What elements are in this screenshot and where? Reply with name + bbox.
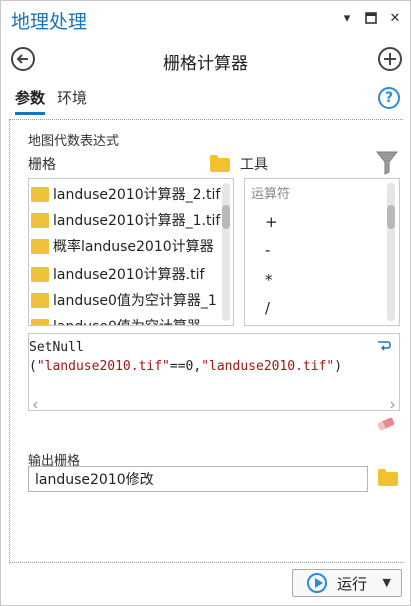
run-button[interactable]: 运行 ▼ <box>292 569 402 597</box>
list-item[interactable]: landuse0值为空计算器 <box>29 313 201 325</box>
folder-icon <box>31 186 49 202</box>
run-button-label: 运行 <box>337 574 368 593</box>
chevron-down-icon[interactable]: ▾ <box>340 12 354 26</box>
folder-icon <box>31 292 49 308</box>
rasters-label: 栅格 <box>28 157 56 173</box>
geoprocessing-pane: 地理处理 ▾ ✕ 栅格计算器 参数 环境 ? 地图代数表达式 栅格 工具 lan… <box>0 0 411 606</box>
tool-header: 栅格计算器 <box>1 41 410 77</box>
folder-icon <box>31 212 49 228</box>
play-icon <box>307 573 327 593</box>
eraser-icon[interactable] <box>376 416 396 432</box>
folder-icon <box>31 238 49 254</box>
scroll-thumb[interactable] <box>387 205 395 229</box>
list-item[interactable]: landuse2010计算器.tif <box>29 261 204 287</box>
title-bar: 地理处理 ▾ ✕ <box>1 1 410 39</box>
list-item[interactable]: / <box>265 299 270 317</box>
word-wrap-icon[interactable] <box>377 340 391 352</box>
add-button[interactable] <box>378 47 402 71</box>
tool-title: 栅格计算器 <box>163 54 248 74</box>
chevron-down-icon[interactable]: ▼ <box>383 576 391 589</box>
tab-bar: 参数 环境 <box>15 87 87 115</box>
list-item[interactable]: + <box>265 213 278 231</box>
operators-header: 运算符 <box>251 187 291 202</box>
folder-icon <box>31 318 49 325</box>
list-item[interactable]: 概率landuse2010计算器 <box>29 233 214 259</box>
tab-environments[interactable]: 环境 <box>57 87 87 115</box>
tab-parameters[interactable]: 参数 <box>15 87 46 115</box>
raster-list[interactable]: landuse2010计算器_2.tif landuse2010计算器_1.ti… <box>28 178 234 326</box>
list-item[interactable]: landuse0值为空计算器_1 <box>29 287 217 313</box>
list-item[interactable]: * <box>265 271 273 289</box>
close-icon[interactable]: ✕ <box>388 12 402 26</box>
output-raster-input[interactable] <box>28 466 368 492</box>
help-icon[interactable]: ? <box>378 87 400 109</box>
folder-icon[interactable] <box>210 155 230 172</box>
expression-text[interactable]: SetNull ("landuse2010.tif"==0,"landuse20… <box>29 338 342 376</box>
scroll-thumb[interactable] <box>222 205 230 229</box>
parameters-panel: 地图代数表达式 栅格 工具 landuse2010计算器_2.tif landu… <box>9 119 403 563</box>
raster-list-scrollbar[interactable] <box>222 183 230 321</box>
tools-label: 工具 <box>240 157 268 173</box>
expression-editor[interactable]: SetNull ("landuse2010.tif"==0,"landuse20… <box>28 333 400 411</box>
expression-hscrollbar[interactable] <box>31 396 397 409</box>
folder-icon <box>31 266 49 282</box>
plus-icon <box>384 53 396 65</box>
window-controls: ▾ ✕ <box>340 12 402 26</box>
list-item[interactable]: - <box>265 241 270 259</box>
folder-icon[interactable] <box>378 469 398 486</box>
map-algebra-label: 地图代数表达式 <box>28 134 120 149</box>
operator-list[interactable]: 运算符 + - * / <box>244 178 400 326</box>
operator-list-scrollbar[interactable] <box>387 183 395 321</box>
pane-title: 地理处理 <box>11 11 88 33</box>
filter-icon[interactable] <box>376 150 398 176</box>
maximize-icon[interactable] <box>364 12 378 26</box>
list-item[interactable]: landuse2010计算器_2.tif <box>29 181 220 207</box>
list-item[interactable]: landuse2010计算器_1.tif <box>29 207 220 233</box>
